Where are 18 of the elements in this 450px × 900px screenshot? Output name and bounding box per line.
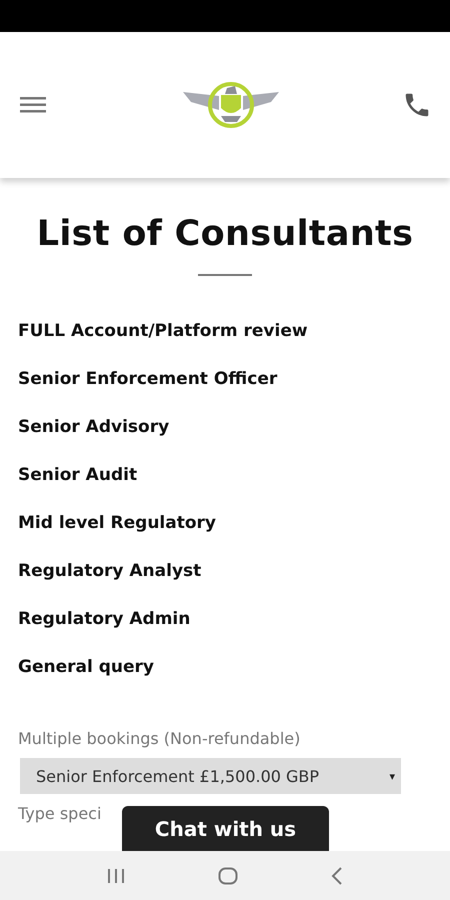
field-label: Multiple bookings (Non-refundable) xyxy=(18,729,302,748)
service-link[interactable]: FULL Account/Platform review xyxy=(18,320,432,343)
service-link[interactable]: Senior Audit xyxy=(18,464,432,487)
field-label: Type speci xyxy=(18,804,102,823)
back-icon[interactable] xyxy=(331,866,344,884)
booking-dropdown[interactable]: Senior Enforcement £1,500.00 GBP ▾ xyxy=(20,758,401,794)
service-link[interactable]: Regulatory Admin xyxy=(18,608,432,631)
service-link[interactable]: Regulatory Analyst xyxy=(18,560,432,583)
eagle-logo-icon[interactable] xyxy=(181,80,281,130)
recent-apps-icon[interactable] xyxy=(106,868,125,884)
service-link[interactable]: General query xyxy=(18,656,432,679)
chat-button[interactable]: Chat with us xyxy=(122,806,329,851)
service-link[interactable]: Mid level Regulatory xyxy=(18,512,432,535)
home-icon[interactable] xyxy=(218,866,238,884)
service-link[interactable]: Senior Advisory xyxy=(18,416,432,439)
service-link[interactable]: Senior Enforcement Officer xyxy=(18,368,432,391)
page-title: List of Consultants xyxy=(36,214,414,254)
menu-icon[interactable] xyxy=(20,96,46,114)
